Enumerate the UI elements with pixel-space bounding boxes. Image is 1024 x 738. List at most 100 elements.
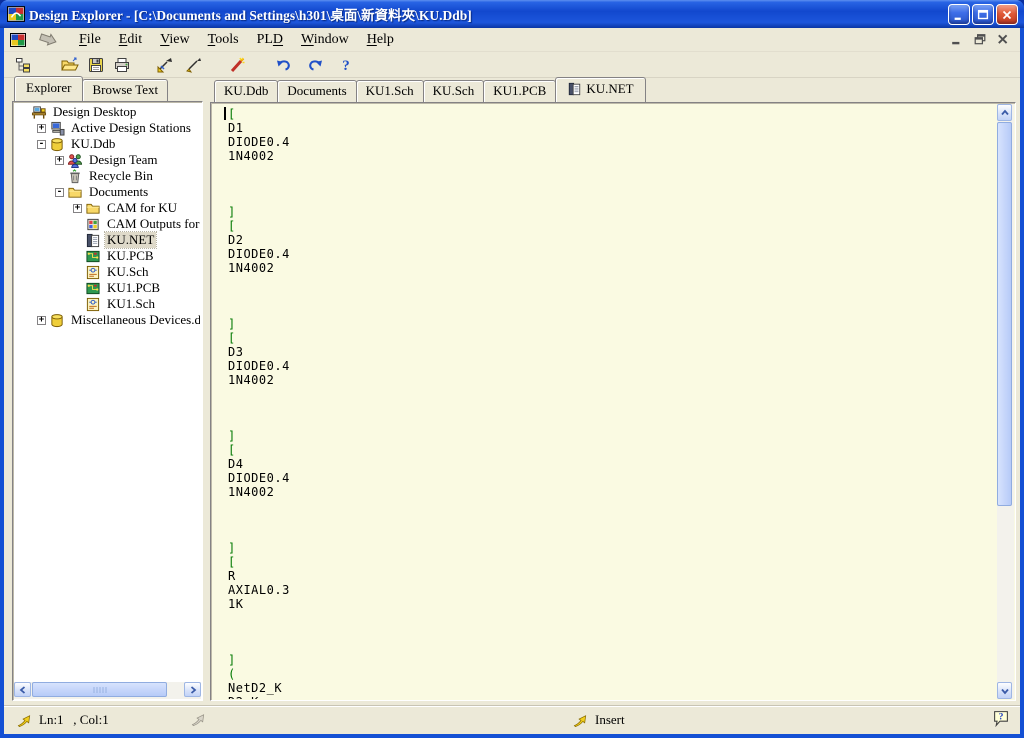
tree-item-label: Recycle Bin: [87, 168, 155, 184]
doc-tab-ku-ddb[interactable]: KU.Ddb: [214, 80, 278, 102]
save-button[interactable]: [83, 54, 108, 76]
help-balloon-icon[interactable]: ?: [992, 710, 1010, 727]
minimize-button[interactable]: [948, 4, 970, 25]
doc-tab-label: KU.NET: [586, 81, 633, 97]
help-button[interactable]: ?: [333, 54, 358, 76]
tree-item-ku-net[interactable]: KU.NET: [15, 232, 200, 248]
scrollbar-thumb[interactable]: [32, 682, 167, 697]
scroll-right-button[interactable]: [184, 682, 201, 697]
redo-button[interactable]: [302, 54, 327, 76]
expand-toggle[interactable]: +: [73, 204, 82, 213]
print-button[interactable]: [109, 54, 134, 76]
scroll-left-button[interactable]: [14, 682, 31, 697]
editor-line: DIODE0.4: [228, 247, 997, 261]
editor-line: DIODE0.4: [228, 359, 997, 373]
wand-button[interactable]: [224, 54, 249, 76]
cam-icon: [85, 217, 101, 232]
doc-tab-ku-sch[interactable]: KU.Sch: [423, 80, 485, 102]
editor-line: D4: [228, 457, 997, 471]
editor-lines[interactable]: [D1DIODE0.41N4002 ][D2DIODE0.41N4002 ][D…: [212, 104, 997, 699]
insert-mode-label: Insert: [595, 712, 625, 728]
scroll-down-button[interactable]: [997, 682, 1012, 699]
status-secondary: [190, 712, 207, 727]
pcb-icon: [85, 281, 101, 296]
menu-help[interactable]: Help: [358, 30, 403, 49]
scrollbar-thumb[interactable]: [997, 122, 1012, 506]
workstation-icon: [49, 121, 65, 136]
expand-toggle[interactable]: +: [37, 316, 46, 325]
editor-line: [228, 415, 997, 429]
menu-items: FileEditViewToolsPLDWindowHelp: [70, 31, 403, 48]
maximize-button[interactable]: [972, 4, 994, 25]
print-icon: [113, 57, 131, 73]
editor-line: D1: [228, 121, 997, 135]
tree-item-label: CAM Outputs for KU: [105, 216, 200, 232]
panel-tab-label: Browse Text: [92, 82, 158, 98]
tree-item-design-team[interactable]: +Design Team: [15, 152, 200, 168]
tree-item-ku1-sch[interactable]: KU1.Sch: [15, 296, 200, 312]
doc-tab-ku1-pcb[interactable]: KU1.PCB: [483, 80, 556, 102]
tree-item-cam-for-ku[interactable]: +CAM for KU: [15, 200, 200, 216]
tree-item-documents[interactable]: -Documents: [15, 184, 200, 200]
editor-line: D2: [228, 233, 997, 247]
document-menu-arrow-button[interactable]: [34, 31, 60, 49]
editor-line: 1N4002: [228, 485, 997, 499]
expand-toggle[interactable]: +: [37, 124, 46, 133]
mdi-minimize-button[interactable]: [947, 32, 966, 47]
recycle-icon: [67, 169, 83, 184]
collapse-toggle[interactable]: -: [55, 188, 64, 197]
mdi-restore-button[interactable]: [970, 32, 989, 47]
panel-tab-explorer[interactable]: Explorer: [14, 76, 83, 101]
menu-view[interactable]: View: [151, 30, 199, 49]
tree-item-label: Active Design Stations: [69, 120, 193, 136]
menu-edit[interactable]: Edit: [110, 30, 151, 49]
help-status[interactable]: ?: [992, 710, 1010, 727]
explorer-toggle-button[interactable]: [10, 54, 35, 76]
editor-line: D2-K: [228, 695, 997, 699]
vertical-scrollbar[interactable]: [997, 104, 1014, 699]
scroll-up-button[interactable]: [997, 104, 1012, 121]
tree-item-label: KU.Sch: [105, 264, 151, 280]
menu-tools[interactable]: Tools: [199, 30, 248, 49]
editor-line: [: [228, 443, 997, 457]
tree-item-miscellaneous-devices-ddb[interactable]: +Miscellaneous Devices.ddb: [15, 312, 200, 328]
tree-item-ku-sch[interactable]: KU.Sch: [15, 264, 200, 280]
netdoc-icon: [85, 233, 101, 248]
panel-tab-browse-text[interactable]: Browse Text: [82, 79, 168, 101]
doc-tab-ku1-sch[interactable]: KU1.Sch: [356, 80, 424, 102]
knife-button[interactable]: [152, 54, 177, 76]
redo-icon: [306, 57, 324, 73]
tree-item-ku-ddb[interactable]: - KU.Ddb: [15, 136, 200, 152]
editor-line: [: [228, 555, 997, 569]
app-icon: [7, 5, 25, 23]
tree-item-design-desktop[interactable]: Design Desktop: [15, 104, 200, 120]
expand-toggle[interactable]: +: [55, 156, 64, 165]
editor-line: [228, 639, 997, 653]
menu-file[interactable]: File: [70, 30, 110, 49]
menu-pld[interactable]: PLD: [248, 30, 292, 49]
editor-line: ]: [228, 429, 997, 443]
tree-item-recycle-bin[interactable]: Recycle Bin: [15, 168, 200, 184]
collapse-toggle[interactable]: -: [37, 140, 46, 149]
open-folder-button[interactable]: [57, 54, 82, 76]
tree-item-label: KU.Ddb: [69, 136, 117, 152]
database-icon: [49, 313, 65, 328]
menu-window[interactable]: Window: [292, 30, 358, 49]
mdi-close-button[interactable]: [993, 32, 1012, 47]
tree-item-ku-pcb[interactable]: KU.PCB: [15, 248, 200, 264]
insert-mode-status: Insert: [572, 712, 625, 728]
tree-item-cam-outputs-for-ku[interactable]: CAM Outputs for KU: [15, 216, 200, 232]
tree-item-ku1-pcb[interactable]: KU1.PCB: [15, 280, 200, 296]
close-button[interactable]: [996, 4, 1018, 25]
doc-tab-documents[interactable]: Documents: [277, 80, 356, 102]
cursor-position-status: Ln:1 , Col:1: [16, 712, 109, 728]
tree-item-active-design-stations[interactable]: + Active Design Stations: [15, 120, 200, 136]
pick-button[interactable]: [181, 54, 206, 76]
editor-line: D3: [228, 345, 997, 359]
horizontal-scrollbar[interactable]: [14, 682, 201, 699]
editor-line: [228, 177, 997, 191]
undo-button[interactable]: [271, 54, 296, 76]
document-tabs: KU.DdbDocumentsKU1.SchKU.SchKU1.PCB KU.NE…: [214, 80, 645, 102]
team-icon: [67, 153, 83, 168]
doc-tab-ku-net[interactable]: KU.NET: [555, 77, 645, 102]
